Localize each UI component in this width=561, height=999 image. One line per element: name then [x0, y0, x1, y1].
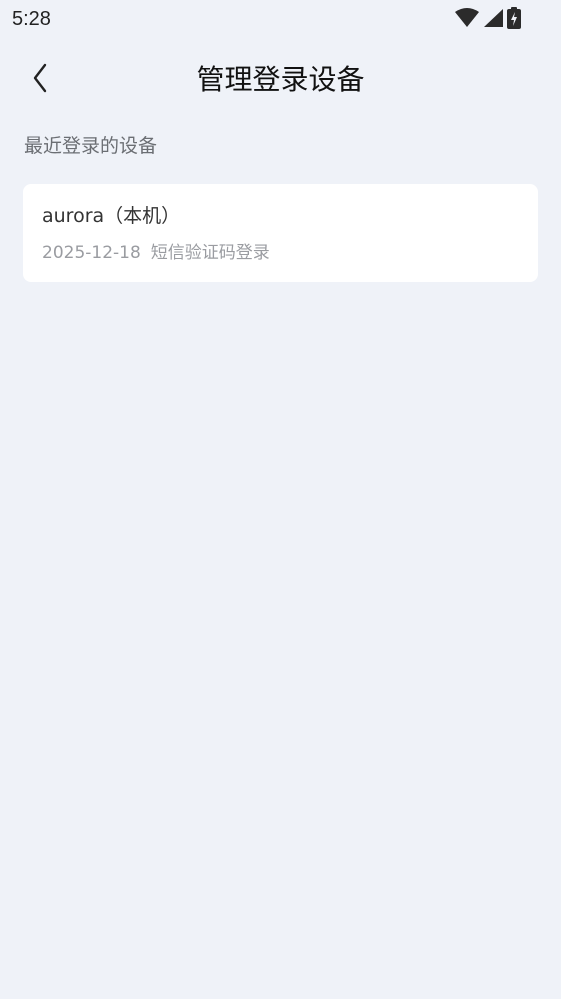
status-bar: 5:28 — [0, 0, 561, 38]
navigation-bar: 管理登录设备 — [0, 50, 561, 110]
device-login-date: 2025-12-18 — [42, 243, 141, 263]
battery-charging-icon — [507, 7, 521, 29]
cellular-signal-icon — [483, 8, 503, 28]
device-login-method: 短信验证码登录 — [150, 243, 270, 263]
wifi-icon — [455, 8, 479, 28]
section-label: 最近登录的设备 — [24, 135, 158, 157]
status-time: 5:28 — [12, 8, 51, 30]
page-title: 管理登录设备 — [196, 63, 365, 96]
status-icons — [455, 7, 521, 29]
device-login-info: 2025-12-18 短信验证码登录 — [42, 240, 270, 266]
device-name: aurora（本机） — [42, 205, 181, 227]
device-list-item[interactable]: aurora（本机） 2025-12-18 短信验证码登录 — [23, 184, 538, 282]
